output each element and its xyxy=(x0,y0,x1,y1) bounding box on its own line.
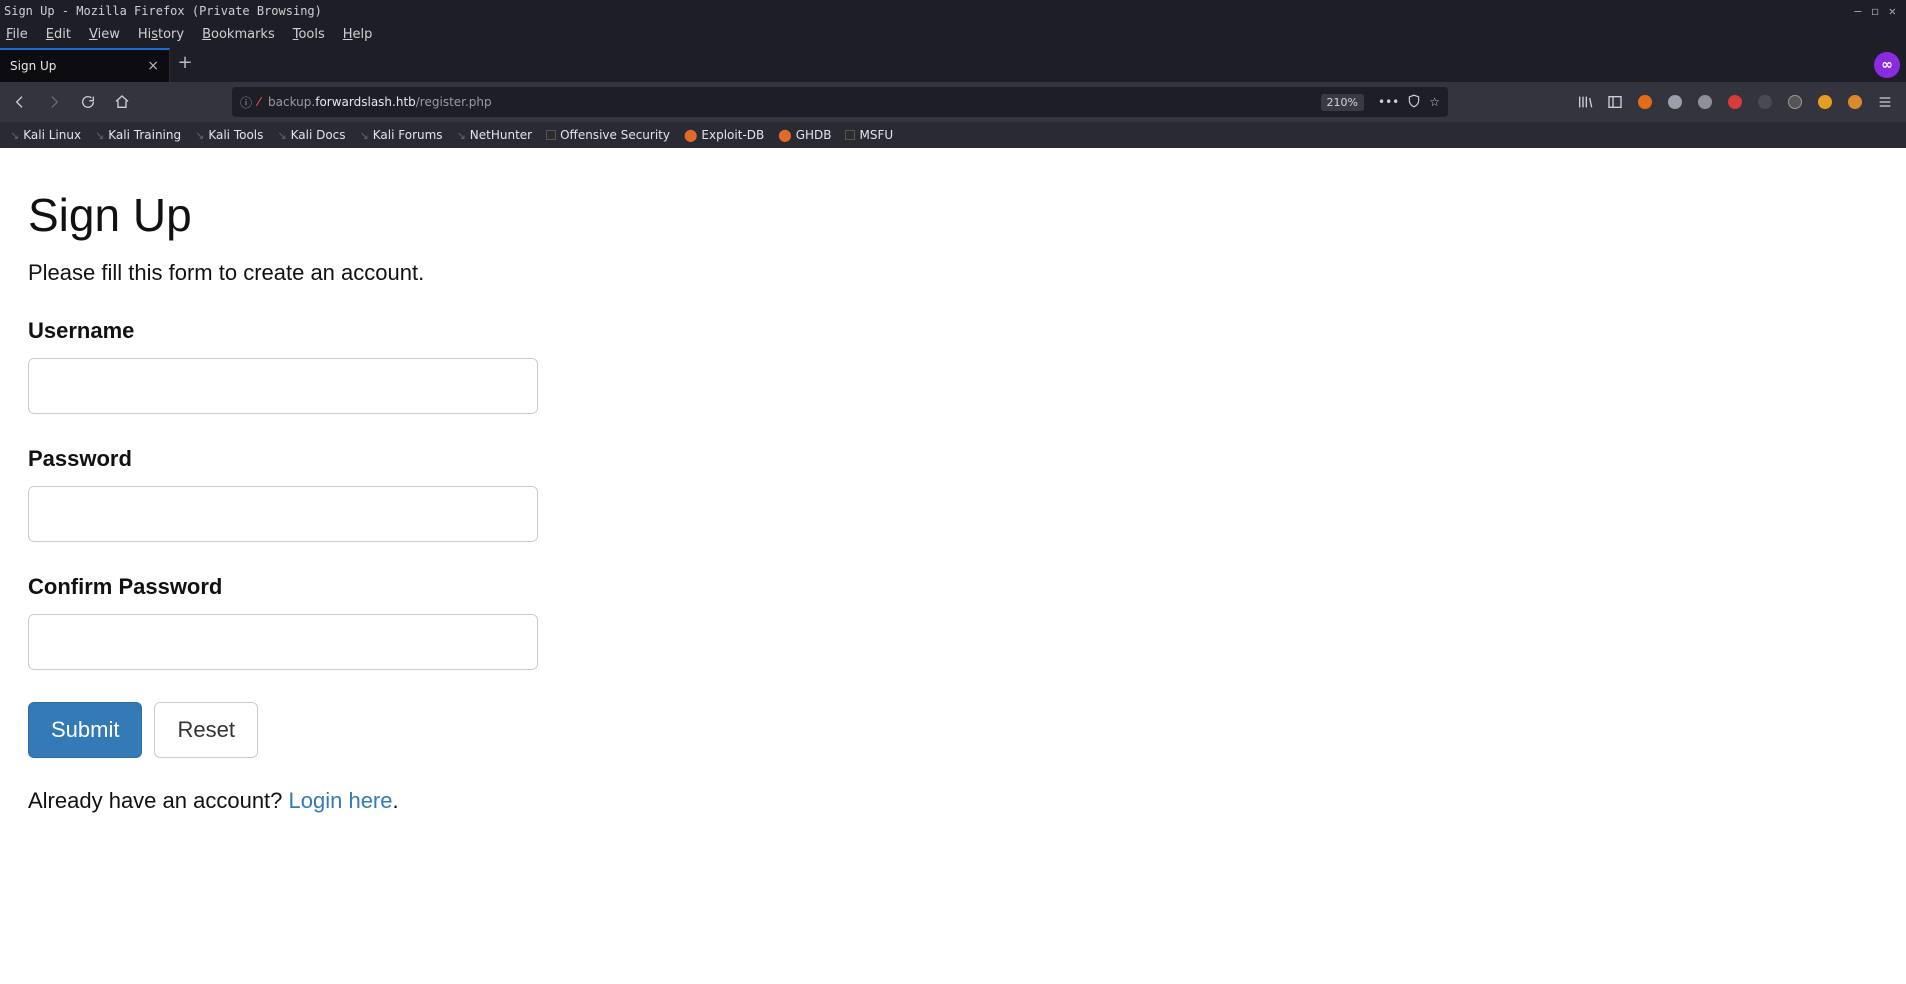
bookmark-exploitdb[interactable]: ⬤Exploit-DB xyxy=(684,128,764,142)
page-content: Sign Up Please fill this form to create … xyxy=(0,148,1906,984)
already-have-account: Already have an account? Login here. xyxy=(28,788,1878,814)
ext-icon-2[interactable] xyxy=(1664,91,1686,113)
url-bar[interactable]: ⓘ ⁄ backup.forwardslash.htb/register.php… xyxy=(232,87,1448,117)
confirm-password-label: Confirm Password xyxy=(28,574,1878,600)
navbar: ⓘ ⁄ backup.forwardslash.htb/register.php… xyxy=(0,82,1906,122)
window-title: Sign Up - Mozilla Firefox (Private Brows… xyxy=(4,0,322,22)
bookmark-kali-tools[interactable]: ↘Kali Tools xyxy=(195,128,263,142)
password-label: Password xyxy=(28,446,1878,472)
ext-icon-5[interactable] xyxy=(1754,91,1776,113)
reload-button[interactable] xyxy=(74,88,102,116)
bookmark-offsec[interactable]: Offensive Security xyxy=(546,128,670,142)
bookmark-nethunter[interactable]: ↘NetHunter xyxy=(457,128,533,142)
back-button[interactable] xyxy=(6,88,34,116)
menu-history[interactable]: History xyxy=(138,27,184,42)
menubar: File Edit View History Bookmarks Tools H… xyxy=(0,22,1906,46)
home-button[interactable] xyxy=(108,88,136,116)
ext-icon-4[interactable] xyxy=(1724,91,1746,113)
ext-icon-7[interactable] xyxy=(1844,91,1866,113)
private-browsing-icon: ∞ xyxy=(1874,52,1900,78)
bookmark-ghdb[interactable]: ⬤GHDB xyxy=(778,128,831,142)
window-minimize-button[interactable]: — xyxy=(1854,0,1861,22)
menu-edit[interactable]: Edit xyxy=(46,27,71,42)
reset-button[interactable]: Reset xyxy=(154,702,257,758)
submit-button[interactable]: Submit xyxy=(28,702,142,758)
forward-button[interactable] xyxy=(40,88,68,116)
bookmark-star-icon[interactable]: ☆ xyxy=(1429,95,1440,109)
url-text: backup.forwardslash.htb/register.php xyxy=(268,95,1321,109)
menu-tools[interactable]: Tools xyxy=(293,27,325,42)
library-icon[interactable] xyxy=(1574,91,1596,113)
menu-help[interactable]: Help xyxy=(343,27,373,42)
new-tab-button[interactable]: + xyxy=(170,48,200,82)
password-input[interactable] xyxy=(28,486,538,542)
bookmark-kali-training[interactable]: ↘Kali Training xyxy=(95,128,181,142)
tab-title: Sign Up xyxy=(10,59,147,73)
app-menu-icon[interactable] xyxy=(1874,91,1896,113)
bookmarks-toolbar: ↘Kali Linux ↘Kali Training ↘Kali Tools ↘… xyxy=(0,122,1906,148)
username-label: Username xyxy=(28,318,1878,344)
page-subheading: Please fill this form to create an accou… xyxy=(28,260,1878,286)
zoom-indicator[interactable]: 210% xyxy=(1321,94,1364,111)
bookmark-msfu[interactable]: MSFU xyxy=(845,128,893,142)
tab-strip: Sign Up × + ∞ xyxy=(0,46,1906,82)
window-close-button[interactable]: ✕ xyxy=(1889,0,1896,22)
bookmark-kali-docs[interactable]: ↘Kali Docs xyxy=(277,128,345,142)
insecure-icon: ⁄ xyxy=(258,95,260,109)
ext-icon-3[interactable] xyxy=(1694,91,1716,113)
page-heading: Sign Up xyxy=(28,188,1878,242)
ext-icon-6[interactable] xyxy=(1814,91,1836,113)
menu-bookmarks[interactable]: Bookmarks xyxy=(202,27,275,42)
sidebar-icon[interactable] xyxy=(1604,91,1626,113)
menu-file[interactable]: File xyxy=(6,27,28,42)
login-link[interactable]: Login here xyxy=(289,788,393,813)
page-actions-icon[interactable]: ••• xyxy=(1378,95,1399,109)
tab-close-button[interactable]: × xyxy=(147,58,159,74)
bookmark-kali-forums[interactable]: ↘Kali Forums xyxy=(360,128,443,142)
profile-icon[interactable] xyxy=(1784,91,1806,113)
ext-icon-1[interactable] xyxy=(1634,91,1656,113)
site-info-icon[interactable]: ⓘ xyxy=(240,94,252,111)
username-input[interactable] xyxy=(28,358,538,414)
tracking-shield-icon[interactable] xyxy=(1407,94,1421,111)
confirm-password-input[interactable] xyxy=(28,614,538,670)
bookmark-kali-linux[interactable]: ↘Kali Linux xyxy=(10,128,81,142)
window-maximize-button[interactable]: ◻ xyxy=(1872,0,1879,22)
window-titlebar: Sign Up - Mozilla Firefox (Private Brows… xyxy=(0,0,1906,22)
tab-active[interactable]: Sign Up × xyxy=(0,48,170,82)
menu-view[interactable]: View xyxy=(89,27,120,42)
